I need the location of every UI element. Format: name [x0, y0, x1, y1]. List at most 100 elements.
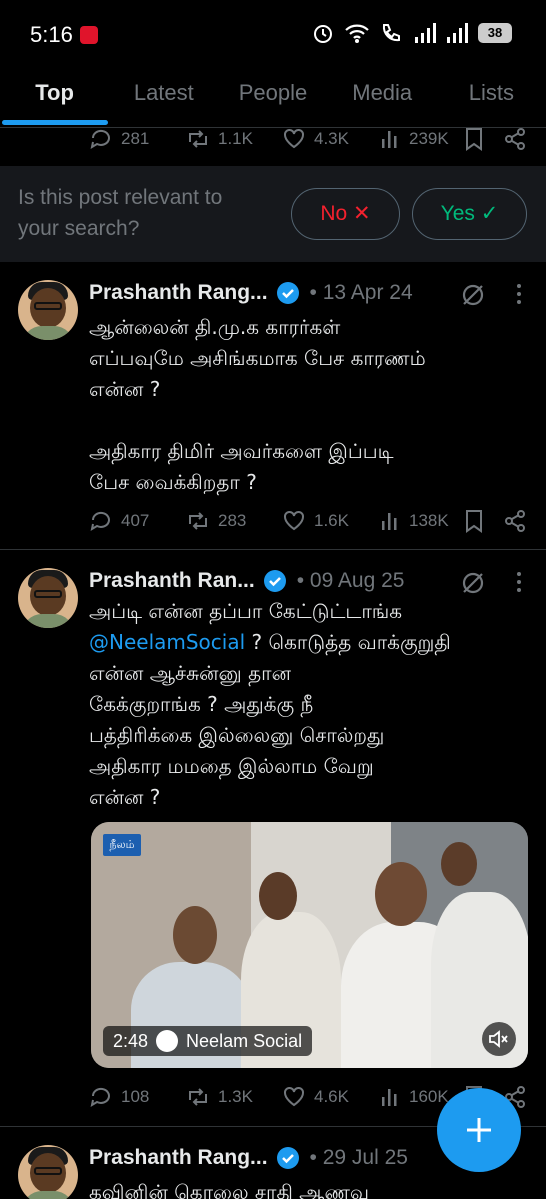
yes-button[interactable]: Yes ✓	[412, 188, 527, 240]
avatar[interactable]	[18, 280, 78, 340]
tab-label: Lists	[468, 80, 515, 105]
post-card[interactable]: Prashanth Rang... • 13 Apr 24 ஆன்லைன் தி…	[0, 262, 546, 550]
tab-media[interactable]: Media	[328, 72, 437, 127]
relevance-question: Is this post relevant to your search?	[18, 186, 223, 240]
tab-label: Latest	[133, 80, 194, 105]
heart-icon	[284, 1086, 304, 1107]
share-icon	[505, 510, 525, 532]
verified-badge-icon	[276, 282, 299, 304]
reply-count: 407	[121, 511, 150, 530]
relevance-prompt: Is this post relevant to your search? No…	[0, 166, 546, 262]
text-line: அப்டி என்ன தப்பா கேட்டுட்டாங்க	[89, 599, 403, 623]
views-button[interactable]: 160K	[379, 1086, 449, 1108]
text-line: எப்பவுமே அசிங்கமாக பேச காரணம்	[89, 346, 426, 370]
video-player[interactable]: நீலம் 2:48 Neelam Social	[91, 822, 528, 1068]
video-figure	[375, 862, 427, 926]
post-date: • 09 Aug 25	[296, 569, 405, 592]
more-options-icon[interactable]	[516, 570, 522, 594]
reply-count: 108	[121, 1087, 150, 1106]
video-figure	[259, 872, 297, 920]
share-button[interactable]	[503, 509, 527, 533]
post-actions: 407 283 1.6K 138K	[89, 506, 529, 536]
status-icons: 38	[312, 22, 512, 44]
tab-latest[interactable]: Latest	[109, 72, 218, 127]
channel-name: Neelam Social	[186, 1030, 303, 1051]
post-text: கவினின் கொலை சாதி ஆணவ	[89, 1177, 529, 1199]
repost-button[interactable]: 1.1K	[186, 128, 253, 150]
avatar[interactable]	[18, 1145, 78, 1199]
call-icon	[382, 24, 400, 42]
status-bar: 5:16 38	[0, 0, 546, 72]
repost-button[interactable]: 283	[186, 510, 246, 532]
text-line: கேக்குறாங்க ? அதுக்கு நீ	[89, 692, 314, 716]
compose-button[interactable]	[437, 1088, 521, 1172]
channel-watermark: நீலம்	[103, 834, 141, 856]
view-count: 239K	[409, 129, 449, 148]
view-count: 138K	[409, 511, 449, 530]
bookmark-button[interactable]	[463, 509, 485, 533]
share-icon	[505, 128, 525, 150]
plus-icon	[467, 1118, 491, 1142]
like-count: 1.6K	[314, 511, 349, 530]
like-count: 4.3K	[314, 129, 349, 148]
mention-link[interactable]: @NeelamSocial	[89, 630, 245, 654]
like-button[interactable]: 4.6K	[282, 1086, 349, 1108]
reply-button[interactable]: 108	[89, 1086, 149, 1108]
like-button[interactable]: 1.6K	[282, 510, 349, 532]
post-text: அப்டி என்ன தப்பா கேட்டுட்டாங்க @NeelamSo…	[89, 596, 529, 813]
tab-top[interactable]: Top	[0, 72, 109, 127]
author-name[interactable]: Prashanth Ran...	[89, 569, 255, 593]
tab-lists[interactable]: Lists	[437, 72, 546, 127]
avatar[interactable]	[18, 568, 78, 628]
verified-badge-icon	[263, 570, 286, 592]
signal-icon	[415, 23, 436, 43]
views-icon	[382, 513, 397, 530]
post-date: • 13 Apr 24	[309, 281, 413, 304]
wifi-icon	[345, 24, 369, 43]
no-button[interactable]: No ✕	[291, 188, 400, 240]
post-date: • 29 Jul 25	[309, 1146, 408, 1169]
bookmark-button[interactable]	[463, 127, 485, 151]
reply-count: 281	[121, 129, 150, 148]
tab-label: People	[238, 80, 308, 105]
signal-icon-2	[447, 23, 468, 43]
share-button[interactable]	[503, 127, 527, 151]
grok-icon[interactable]	[460, 570, 486, 596]
mute-button[interactable]	[482, 1022, 516, 1056]
post-actions: 281 1.1K 4.3K 239K	[89, 124, 529, 154]
reply-button[interactable]: 281	[89, 128, 149, 150]
text-line: பேச வைக்கிறதா ?	[89, 470, 257, 494]
heart-icon	[284, 510, 304, 531]
views-button[interactable]: 138K	[379, 510, 449, 532]
tab-label: Top	[35, 80, 74, 105]
bookmark-icon	[466, 128, 482, 151]
more-options-icon[interactable]	[516, 282, 522, 306]
reply-button[interactable]: 407	[89, 510, 149, 532]
reply-icon	[90, 1087, 110, 1108]
views-icon	[382, 131, 397, 148]
tab-label: Media	[352, 80, 413, 105]
video-info-pill: 2:48 Neelam Social	[103, 1026, 313, 1056]
text-line: பத்திரிக்கை இல்லைனு சொல்றது	[89, 723, 385, 747]
repost-icon	[189, 1088, 207, 1106]
text-line: கவினின் கொலை சாதி ஆணவ	[89, 1180, 370, 1199]
mute-icon	[489, 1030, 508, 1048]
text-line: @NeelamSocial ? கொடுத்த வாக்குறுதி	[89, 627, 529, 658]
verified-badge-icon	[276, 1147, 299, 1169]
author-name[interactable]: Prashanth Rang...	[89, 1146, 268, 1170]
reply-icon	[90, 511, 110, 532]
text-segment: ? கொடுத்த வாக்குறுதி	[245, 630, 451, 654]
author-name[interactable]: Prashanth Rang...	[89, 281, 268, 305]
like-button[interactable]: 4.3K	[282, 128, 349, 150]
bookmark-icon	[466, 510, 482, 533]
grok-icon[interactable]	[460, 282, 486, 308]
video-duration: 2:48	[113, 1030, 149, 1051]
status-time: 5:16	[30, 22, 73, 47]
tab-people[interactable]: People	[218, 72, 327, 127]
search-tabs: Top Latest People Media Lists	[0, 72, 546, 128]
text-line: அதிகார மமதை இல்லாம வேறு	[89, 754, 374, 778]
text-line: என்ன ?	[89, 377, 161, 401]
text-line: ஆன்லைன் தி.மு.க காரர்கள்	[89, 315, 341, 339]
repost-button[interactable]: 1.3K	[186, 1086, 253, 1108]
views-button[interactable]: 239K	[379, 128, 449, 150]
